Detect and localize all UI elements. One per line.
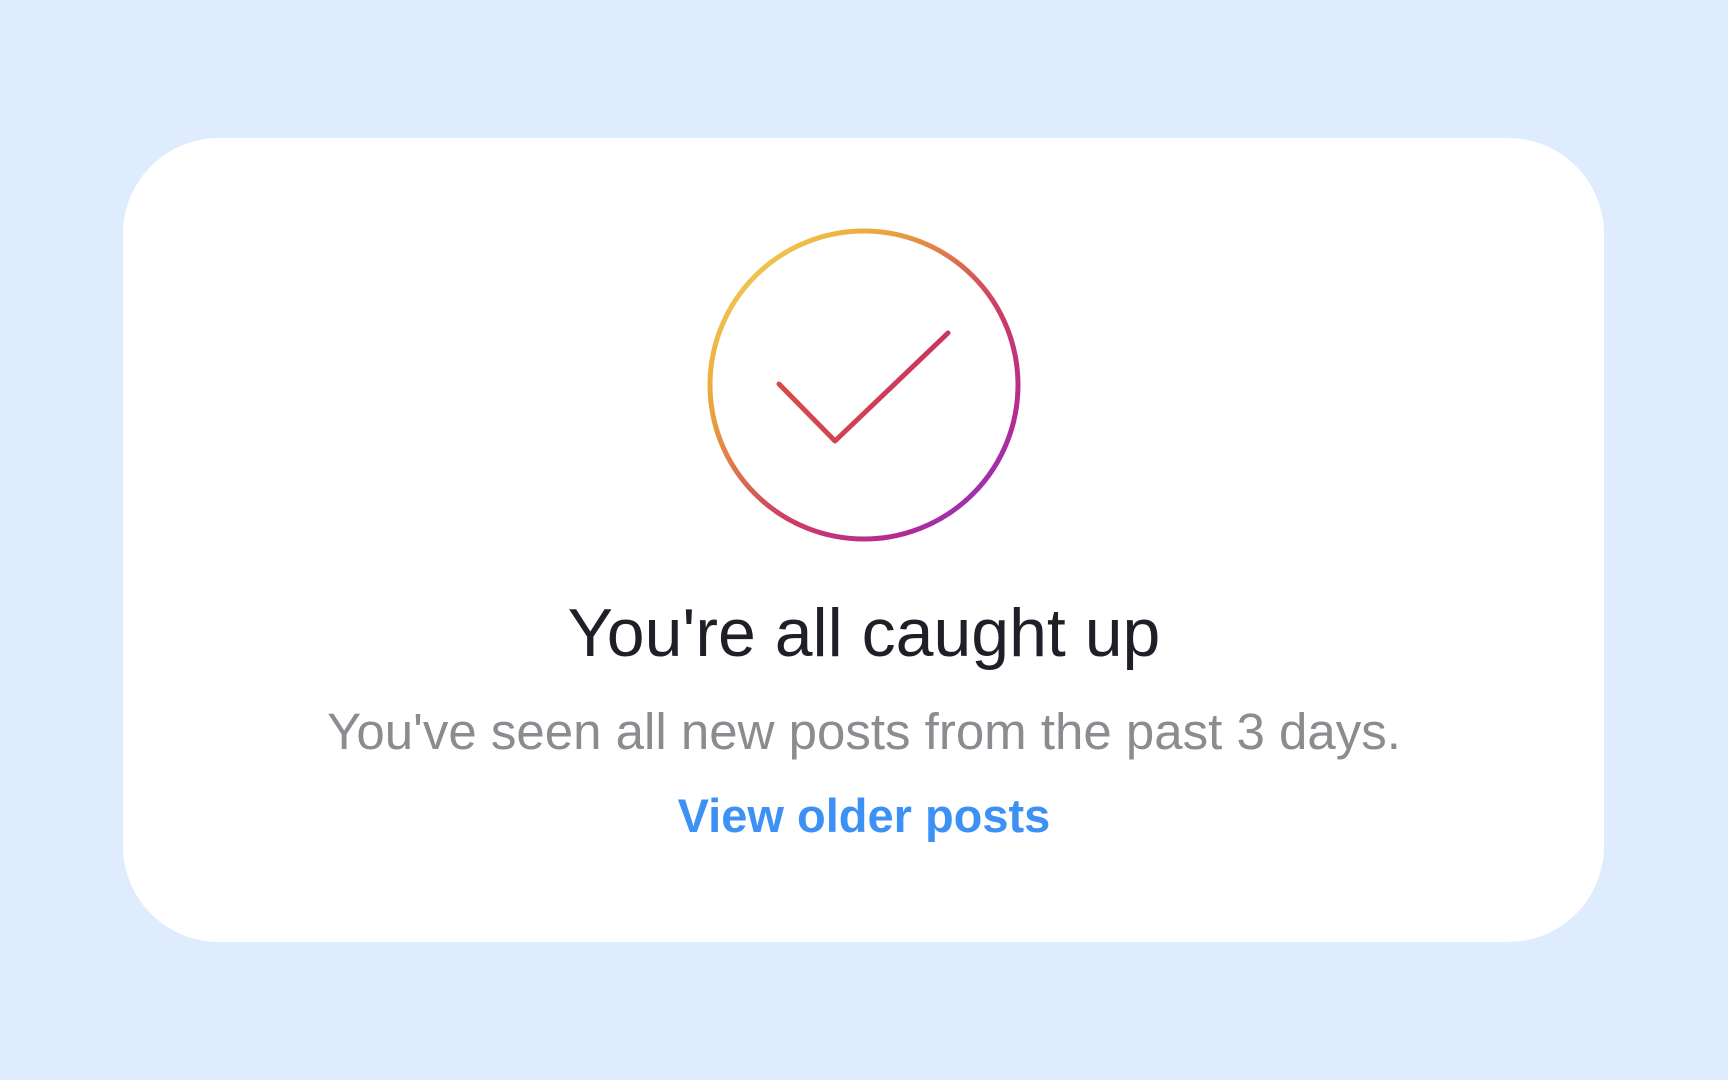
page-title: You're all caught up (567, 595, 1161, 671)
view-older-posts-link[interactable]: View older posts (678, 789, 1051, 842)
view-older-posts-link-row: View older posts (0, 786, 1728, 846)
checkmark-circle-icon (704, 225, 1024, 545)
status-message: You've seen all new posts from the past … (327, 703, 1401, 760)
